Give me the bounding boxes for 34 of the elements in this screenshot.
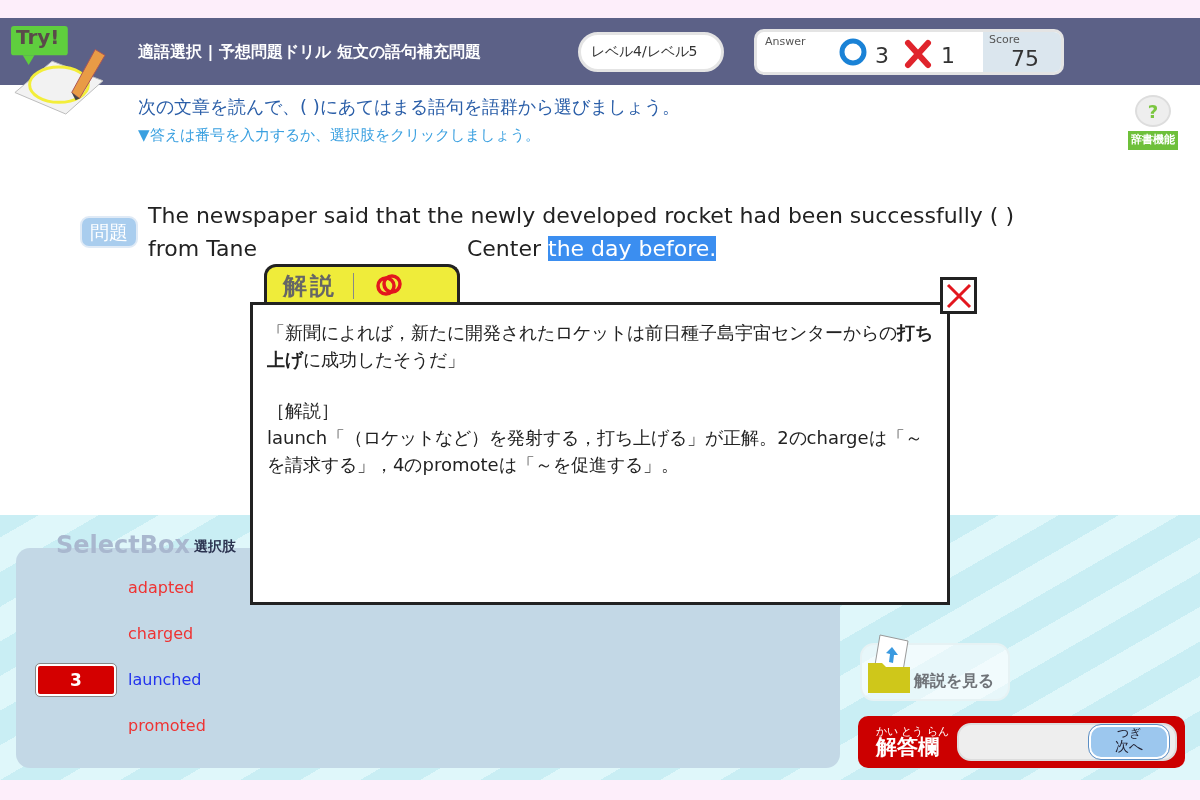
next-button[interactable]: つぎ 次へ	[1089, 725, 1169, 759]
answer-field[interactable]: つぎ 次へ	[957, 723, 1177, 761]
choice-option[interactable]: launched	[128, 668, 202, 692]
choice-option[interactable]: charged	[128, 622, 194, 646]
question-label: 問題	[80, 215, 138, 248]
question-text: The newspaper said that the newly developed rocket had been successfully ( )	[148, 201, 1014, 230]
question-text: from Tane	[148, 235, 257, 261]
instruction-text: 次の文章を読んで、( )にあてはまる語句を語群から選びましょう。	[138, 95, 680, 119]
answer-label: 解答欄	[876, 737, 939, 758]
cross-icon	[903, 37, 933, 70]
wrong-count: 1	[941, 41, 955, 70]
close-icon	[945, 282, 972, 309]
close-button[interactable]	[940, 277, 977, 314]
highlighted-text: the day before.	[548, 235, 717, 261]
answer-label: Answer	[764, 33, 807, 50]
dictionary-label: 辞書機能	[1128, 131, 1178, 150]
level-indicator: レベル4/レベル5	[578, 31, 724, 72]
ruby-text: かい とう らん	[876, 726, 949, 737]
answer-number: 3	[36, 664, 116, 696]
page-title: 適語選択 | 予想問題ドリル 短文の語句補充問題	[138, 40, 482, 63]
select-box-subtitle: 選択肢	[194, 537, 237, 556]
logo-text: Try!	[16, 27, 60, 47]
translation-text: 「新聞によれば，新たに開発されたロケットは前日種子島宇宙センターからの打ち上げに成功したそうだ」	[267, 321, 933, 372]
choice-option[interactable]: adapted	[128, 576, 195, 600]
explanation-heading: ［解説］	[267, 399, 340, 423]
popup-tab-title: 解説	[283, 272, 354, 300]
score-value: 75	[1011, 48, 1040, 70]
question-text: Center	[466, 235, 541, 261]
select-box-title: SelectBox	[56, 533, 191, 557]
explanation-text: launch「（ロケットなど）を発射する，打ち上げる」が正解。2のchargeは「～を請求する」，4のpromoteは「～を促進する」。	[267, 426, 924, 477]
correct-count: 3	[875, 41, 889, 70]
hint-text: ▼答えは番号を入力するか、選択肢をクリックしましょう。	[138, 125, 540, 146]
choice-option[interactable]: promoted	[128, 714, 206, 738]
score-label: Score	[989, 31, 1021, 48]
